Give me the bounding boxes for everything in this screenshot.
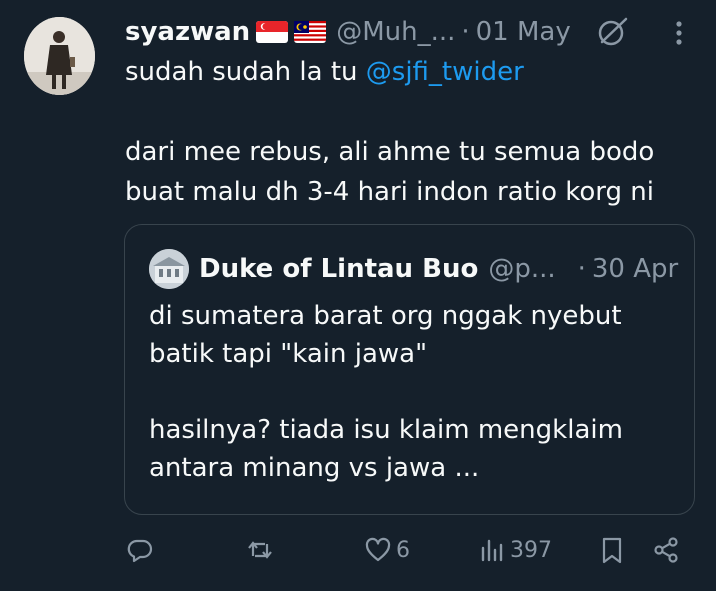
malaysia-flag-icon [294, 21, 327, 43]
author-name[interactable]: syazwan [125, 17, 250, 47]
singapore-flag-icon [256, 21, 289, 43]
reply-icon [127, 539, 153, 563]
views-button[interactable]: 397 [478, 536, 552, 564]
quoted-separator-dot: · [577, 254, 586, 284]
bookmark-button[interactable] [598, 536, 626, 564]
tweet-header: syazwan @Muh_... · 01 May [125, 12, 571, 52]
quoted-date: 30 Apr [591, 254, 679, 284]
author-handle[interactable]: @Muh_... [336, 17, 455, 47]
avatar-image [24, 17, 95, 95]
quoted-tweet[interactable]: Duke of Lintau Buo @p... · 30 Apr di sum… [124, 224, 695, 515]
bookmark-icon [602, 537, 622, 564]
quoted-line-2: batik tapi "kain jawa" [149, 339, 428, 369]
quoted-text: di sumatera barat org nggak nyebut batik… [149, 297, 679, 487]
author-avatar[interactable] [24, 17, 95, 95]
quoted-avatar-image [149, 249, 189, 289]
quoted-line-3: hasilnya? tiada isu klaim mengklaim [149, 415, 623, 445]
tweet-line-3: buat malu dh 3-4 hari indon ratio korg n… [125, 177, 654, 207]
quoted-author-handle: @p... [488, 254, 556, 284]
tweet-line-1: sudah sudah la tu @sjfi_twider [125, 52, 695, 92]
tweet-date[interactable]: 01 May [476, 17, 571, 47]
views-icon [481, 539, 503, 562]
retweet-button[interactable] [246, 536, 274, 564]
quoted-header: Duke of Lintau Buo @p... · 30 Apr [149, 249, 678, 289]
share-button[interactable] [652, 536, 680, 564]
more-options-icon[interactable] [672, 18, 686, 48]
share-icon [654, 537, 678, 563]
quoted-line-1: di sumatera barat org nggak nyebut [149, 301, 622, 331]
tweet-text: sudah sudah la tu @sjfi_twider dari mee … [125, 52, 695, 212]
views-count: 397 [510, 537, 552, 563]
quoted-avatar [149, 249, 189, 289]
like-count: 6 [396, 537, 410, 563]
like-button[interactable]: 6 [364, 536, 410, 564]
heart-icon [365, 537, 391, 562]
quoted-author-name: Duke of Lintau Buo [199, 254, 479, 284]
reply-button[interactable] [126, 536, 154, 564]
tweet-line-2: dari mee rebus, ali ahme tu semua bodo [125, 137, 655, 167]
grok-icon[interactable] [596, 15, 630, 49]
action-bar: 6 397 [0, 528, 716, 578]
separator-dot: · [461, 17, 470, 47]
quoted-line-4: antara minang vs jawa ... [149, 453, 480, 483]
retweet-icon [248, 541, 272, 559]
tweet-line-1-text: sudah sudah la tu [125, 57, 366, 87]
mention-link[interactable]: @sjfi_twider [366, 57, 524, 87]
